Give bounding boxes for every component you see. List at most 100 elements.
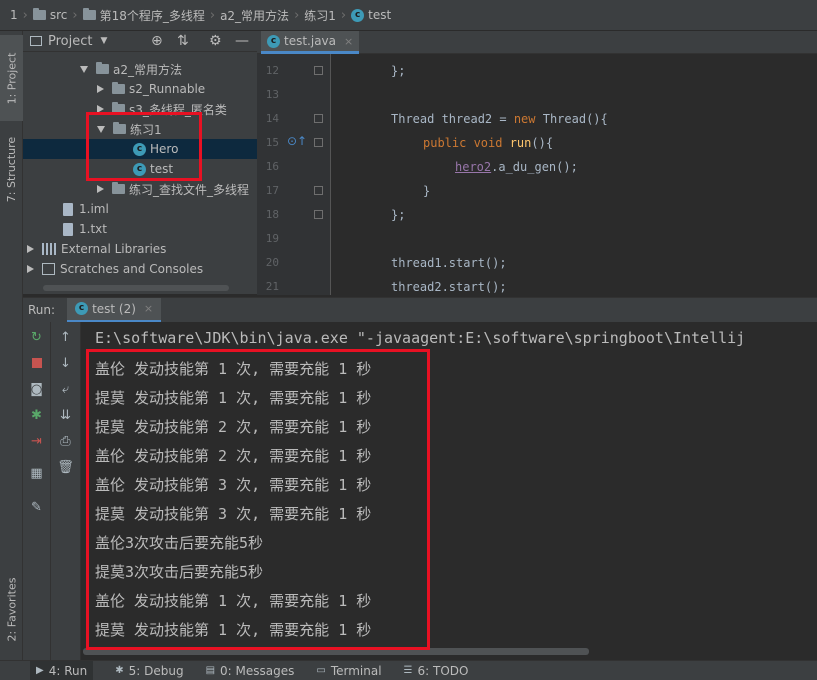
breadcrumb-label: 1 bbox=[10, 8, 18, 22]
exit-icon[interactable]: ⇥ bbox=[23, 430, 50, 452]
collapse-icon[interactable]: ⇅ bbox=[177, 33, 189, 49]
gear-icon[interactable]: ⚙ bbox=[209, 33, 222, 49]
tab-label: 5: Debug bbox=[128, 663, 184, 678]
bug-icon: ✱ bbox=[115, 665, 124, 676]
collapse-arrow-icon[interactable] bbox=[97, 85, 104, 93]
class-icon: c bbox=[351, 8, 365, 22]
breadcrumb-item-a2[interactable]: a2_常用方法 bbox=[220, 7, 289, 24]
layout-icon[interactable]: ▦ bbox=[23, 462, 50, 484]
tree-item-label: 1.txt bbox=[79, 222, 107, 236]
library-icon bbox=[42, 243, 56, 255]
run-panel-header: Run: c test (2) × bbox=[23, 297, 817, 323]
breadcrumb-item-src[interactable]: src bbox=[32, 8, 67, 22]
print-icon[interactable]: ⎙ bbox=[51, 430, 80, 452]
line-number: 18 bbox=[265, 208, 279, 221]
override-marker-icon[interactable]: ⊙↑ bbox=[287, 134, 307, 148]
tab-favorites[interactable]: 2: Favorites bbox=[0, 561, 23, 657]
code-editor[interactable]: }; Thread thread2 = new Thread(){ public… bbox=[331, 54, 817, 295]
tab-run-test[interactable]: c test (2) × bbox=[67, 297, 162, 323]
pin-icon[interactable]: ✎ bbox=[23, 496, 50, 518]
project-view-selector[interactable]: Project bbox=[48, 34, 92, 49]
tree-item-find-files[interactable]: 练习_查找文件_多线程 bbox=[23, 179, 257, 199]
tab-structure[interactable]: 7: Structure bbox=[0, 121, 23, 217]
stop-button[interactable] bbox=[23, 352, 50, 374]
fold-marker-icon[interactable] bbox=[314, 114, 323, 123]
soft-wrap-icon[interactable]: ⤶ bbox=[51, 378, 80, 400]
arrow-up-icon[interactable]: ↑ bbox=[51, 326, 80, 348]
breadcrumb-item-project[interactable]: 1 bbox=[10, 8, 18, 22]
text-file-icon bbox=[63, 222, 73, 236]
tab-project[interactable]: 1: Project bbox=[0, 35, 23, 121]
trash-icon[interactable]: 🗑 bbox=[51, 456, 80, 478]
tab-label: test.java bbox=[284, 34, 337, 48]
debug-settings-icon[interactable]: ✱ bbox=[23, 404, 50, 426]
tree-item-iml[interactable]: 1.iml bbox=[23, 199, 257, 219]
code-token: thread1.start(); bbox=[391, 256, 507, 270]
collapse-arrow-icon[interactable] bbox=[97, 185, 104, 193]
close-icon[interactable]: × bbox=[344, 35, 353, 48]
line-number: 12 bbox=[265, 64, 279, 77]
todo-icon: ☰ bbox=[403, 665, 413, 676]
bottom-tool-bar: ▶ 4: Run ✱ 5: Debug ▤ 0: Messages ▭ Terminal… bbox=[0, 660, 817, 680]
code-token: new bbox=[513, 112, 543, 126]
tab-debug[interactable]: ✱ 5: Debug bbox=[115, 664, 183, 678]
locate-icon[interactable]: ⊕ bbox=[151, 33, 163, 49]
class-icon: c bbox=[75, 302, 89, 315]
tree-item-a2[interactable]: a2_常用方法 bbox=[23, 59, 257, 79]
tab-terminal[interactable]: ▭ Terminal bbox=[316, 664, 381, 678]
camera-icon[interactable]: ◙ bbox=[23, 378, 50, 400]
code-line-18: }; bbox=[391, 208, 405, 222]
close-icon[interactable]: × bbox=[144, 302, 153, 315]
tab-label: 7: Structure bbox=[5, 136, 18, 202]
collapse-arrow-icon[interactable] bbox=[27, 245, 34, 253]
rerun-icon[interactable]: ↻ bbox=[23, 326, 50, 348]
breadcrumb-label: 第18个程序_多线程 bbox=[99, 8, 205, 23]
code-line-17: } bbox=[423, 184, 430, 198]
code-line-20: thread1.start(); bbox=[391, 256, 507, 270]
collapse-arrow-icon[interactable] bbox=[27, 265, 34, 273]
fold-marker-icon[interactable] bbox=[314, 186, 323, 195]
tab-run[interactable]: ▶ 4: Run bbox=[30, 660, 94, 680]
tree-item-label: a2_常用方法 bbox=[113, 62, 182, 77]
tab-test-java[interactable]: c test.java × bbox=[261, 31, 360, 54]
chevron-down-icon[interactable]: ▼ bbox=[100, 36, 107, 46]
line-number: 16 bbox=[265, 160, 279, 173]
tab-todo[interactable]: ☰ 6: TODO bbox=[404, 664, 469, 678]
arrow-down-icon[interactable]: ↓ bbox=[51, 352, 80, 374]
fold-marker-icon[interactable] bbox=[314, 138, 323, 147]
tree-item-s2[interactable]: s2_Runnable bbox=[23, 79, 257, 99]
tab-messages[interactable]: ▤ 0: Messages bbox=[206, 664, 295, 678]
file-icon bbox=[63, 202, 73, 216]
breadcrumb-item-test[interactable]: c test bbox=[351, 8, 391, 22]
package-icon bbox=[96, 62, 109, 74]
breadcrumb-item-exercise[interactable]: 练习1 bbox=[304, 7, 336, 24]
run-toolbar-secondary: ↑ ↓ ⤶ ⇊ ⎙ 🗑 bbox=[51, 322, 81, 660]
line-number: 19 bbox=[265, 232, 279, 245]
package-icon bbox=[82, 8, 96, 20]
code-token: (){ bbox=[531, 136, 554, 150]
scroll-to-end-icon[interactable]: ⇊ bbox=[51, 404, 80, 426]
tree-item-scratches[interactable]: Scratches and Consoles bbox=[23, 259, 257, 279]
editor-gutter: 12 13 14 15 16 17 18 19 20 21 ⊙↑ bbox=[257, 54, 331, 295]
breadcrumb-label: a2_常用方法 bbox=[220, 8, 290, 23]
expand-arrow-icon[interactable] bbox=[80, 65, 88, 73]
tab-label: 1: Project bbox=[5, 52, 18, 104]
highlight-box-output bbox=[86, 349, 430, 650]
minimize-icon[interactable]: — bbox=[235, 33, 249, 49]
tree-item-txt[interactable]: 1.txt bbox=[23, 219, 257, 239]
breadcrumb-label: test bbox=[368, 8, 392, 22]
code-token: } bbox=[423, 184, 431, 198]
terminal-icon: ▭ bbox=[316, 665, 326, 676]
fold-marker-icon[interactable] bbox=[314, 66, 323, 75]
stop-icon bbox=[31, 358, 42, 368]
tree-item-external-libraries[interactable]: External Libraries bbox=[23, 239, 257, 259]
code-line-14: Thread thread2 = new Thread(){ bbox=[391, 112, 608, 126]
tab-label: 6: TODO bbox=[417, 663, 469, 678]
code-token: Thread(){ bbox=[542, 112, 608, 126]
play-icon: ▶ bbox=[36, 665, 44, 676]
breadcrumb-item-module[interactable]: 第18个程序_多线程 bbox=[82, 7, 205, 24]
horizontal-scrollbar[interactable] bbox=[43, 285, 229, 291]
tab-label: test (2) bbox=[92, 301, 136, 316]
tree-item-label: Scratches and Consoles bbox=[60, 262, 204, 276]
fold-marker-icon[interactable] bbox=[314, 210, 323, 219]
